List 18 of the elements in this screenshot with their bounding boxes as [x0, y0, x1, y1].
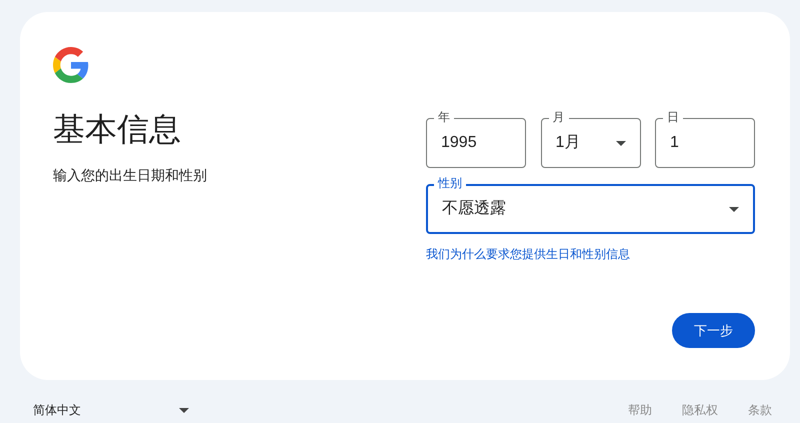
logo-icon [53, 47, 89, 83]
caret-icon [729, 206, 739, 212]
field-value: 1995 [441, 133, 477, 153]
field-value: 1月 [556, 133, 580, 153]
language-selector[interactable]: 简体中文 [33, 401, 189, 419]
help-link[interactable]: 我们为什么要求您提供生日和性别信息 [426, 246, 630, 262]
field-value: 1 [670, 133, 679, 153]
caret-icon [616, 140, 626, 146]
field-label: 年 [434, 109, 454, 125]
language-label: 简体中文 [33, 402, 81, 419]
page-title: 基本信息 [53, 110, 182, 149]
caret-icon [179, 408, 189, 412]
field-label: 日 [663, 109, 683, 125]
field-label: 月 [548, 109, 568, 125]
subtitle: 输入您的出生日期和性别 [53, 166, 207, 185]
next-button[interactable]: 下一步 [672, 313, 755, 348]
field-value: 不愿透露 [442, 198, 506, 219]
field-label: 性别 [434, 175, 466, 191]
